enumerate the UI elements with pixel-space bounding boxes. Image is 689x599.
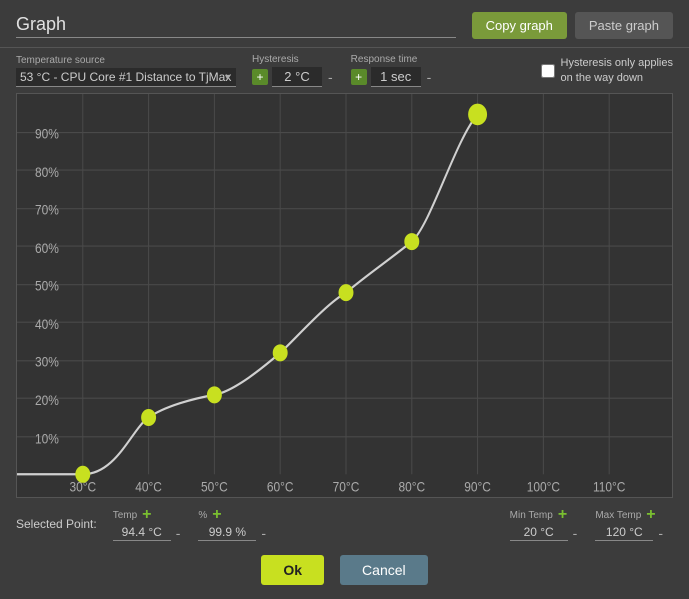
svg-text:50°C: 50°C (201, 479, 228, 495)
selected-point-label: Selected Point: (16, 517, 97, 531)
max-temp-inner: - (595, 524, 665, 541)
dialog: Graph Copy graph Paste graph Temperature… (0, 0, 689, 599)
ok-button[interactable]: Ok (261, 555, 324, 585)
copy-graph-button[interactable]: Copy graph (472, 12, 567, 39)
svg-text:60°C: 60°C (267, 479, 294, 495)
temp-plus-btn[interactable]: + (140, 506, 153, 524)
hysteresis-only-checkbox[interactable] (541, 64, 555, 78)
paste-graph-button[interactable]: Paste graph (575, 12, 673, 39)
svg-text:40%: 40% (35, 316, 59, 332)
response-time-plus-btn[interactable]: + (351, 69, 367, 85)
min-temp-inner: - (510, 524, 580, 541)
percent-control-inner: - (198, 524, 268, 541)
graph-svg: 10% 20% 30% 40% 50% 60% 70% 80% 90% 30°C… (17, 94, 672, 497)
header: Graph Copy graph Paste graph (0, 0, 689, 48)
temp-source-label: Temperature source (16, 55, 236, 66)
response-time-group: Response time + - (351, 54, 434, 87)
percent-control: % + - (198, 506, 268, 541)
temp-control-label: Temp (113, 510, 137, 521)
temp-source-select[interactable]: 53 °C - CPU Core #1 Distance to TjMax - … (16, 68, 236, 87)
percent-input[interactable] (198, 524, 256, 541)
svg-text:70°C: 70°C (333, 479, 360, 495)
svg-text:50%: 50% (35, 278, 59, 294)
hysteresis-label: Hysteresis (252, 54, 335, 65)
min-temp-plus-btn[interactable]: + (556, 506, 569, 524)
svg-text:30%: 30% (35, 354, 59, 370)
max-temp-plus-btn[interactable]: + (644, 506, 657, 524)
hysteresis-inner: + - (252, 67, 335, 87)
cancel-button[interactable]: Cancel (340, 555, 428, 585)
percent-plus-btn[interactable]: + (210, 506, 223, 524)
footer-buttons: Ok Cancel (0, 547, 689, 599)
header-buttons: Copy graph Paste graph (472, 12, 673, 39)
min-temp-control: Min Temp + - (510, 506, 580, 541)
controls-row: Temperature source 53 °C - CPU Core #1 D… (0, 48, 689, 93)
svg-text:100°C: 100°C (527, 479, 560, 495)
svg-text:110°C: 110°C (593, 479, 625, 495)
svg-text:80%: 80% (35, 164, 59, 180)
svg-text:20%: 20% (35, 392, 59, 408)
svg-text:70%: 70% (35, 202, 59, 218)
max-temp-control: Max Temp + - (595, 506, 665, 541)
svg-text:80°C: 80°C (398, 479, 425, 495)
hysteresis-only-group: Hysteresis only applieson the way down (541, 56, 674, 85)
temp-source-select-wrapper: 53 °C - CPU Core #1 Distance to TjMax - … (16, 68, 236, 87)
max-temp-label: Max Temp (595, 510, 641, 521)
hysteresis-group: Hysteresis + - (252, 54, 335, 87)
temp-control: Temp + - (113, 506, 183, 541)
percent-control-label: % (198, 510, 207, 521)
svg-text:90%: 90% (35, 126, 59, 142)
response-time-input[interactable] (371, 67, 421, 87)
temp-source-group: Temperature source 53 °C - CPU Core #1 D… (16, 55, 236, 87)
bottom-controls: Selected Point: Temp + - % + - (0, 498, 689, 547)
hysteresis-minus-btn[interactable]: - (326, 69, 335, 85)
hysteresis-plus-btn[interactable]: + (252, 69, 268, 85)
graph-area[interactable]: 10% 20% 30% 40% 50% 60% 70% 80% 90% 30°C… (16, 93, 673, 498)
min-temp-minus-btn[interactable]: - (571, 525, 580, 541)
min-temp-label: Min Temp (510, 510, 553, 521)
min-temp-input[interactable] (510, 524, 568, 541)
svg-text:60%: 60% (35, 240, 59, 256)
temp-input[interactable] (113, 524, 171, 541)
svg-text:90°C: 90°C (464, 479, 491, 495)
hysteresis-input[interactable] (272, 67, 322, 87)
response-time-inner: + - (351, 67, 434, 87)
temp-minus-btn[interactable]: - (174, 525, 183, 541)
response-time-minus-btn[interactable]: - (425, 69, 434, 85)
max-temp-input[interactable] (595, 524, 653, 541)
hysteresis-only-label: Hysteresis only applieson the way down (561, 56, 674, 85)
percent-minus-btn[interactable]: - (259, 525, 268, 541)
max-temp-minus-btn[interactable]: - (656, 525, 665, 541)
svg-text:40°C: 40°C (135, 479, 162, 495)
temp-control-inner: - (113, 524, 183, 541)
svg-text:10%: 10% (35, 431, 59, 447)
response-time-label: Response time (351, 54, 434, 65)
page-title: Graph (16, 14, 456, 38)
